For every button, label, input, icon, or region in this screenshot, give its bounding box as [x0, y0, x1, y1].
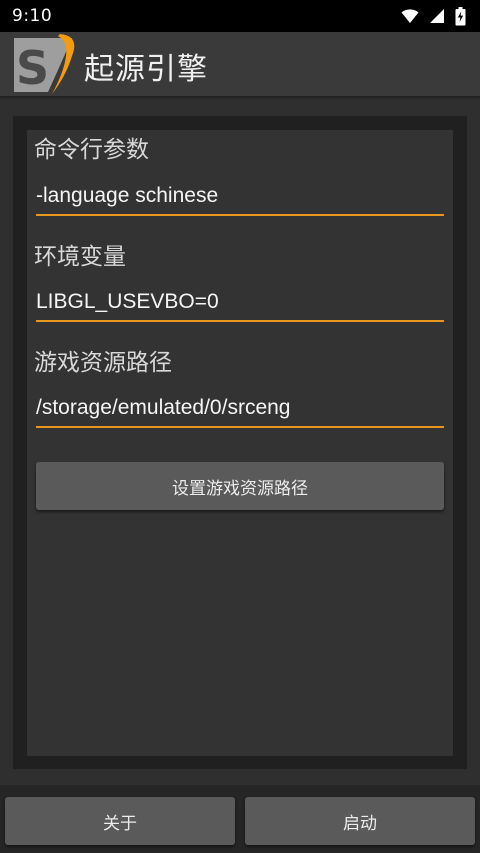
- app-screen: 9:10 S 起源引擎 命令行参数 -language schinese 环境变…: [0, 0, 480, 853]
- wifi-icon: [401, 8, 419, 24]
- settings-panel: [27, 130, 453, 756]
- app-bar-shadow: [0, 96, 480, 100]
- env-vars-input[interactable]: [36, 286, 444, 322]
- status-time: 9:10: [12, 6, 53, 26]
- set-game-path-button[interactable]: 设置游戏资源路径: [36, 462, 444, 510]
- game-path-label: 游戏资源路径: [34, 350, 172, 376]
- launch-button[interactable]: 启动: [245, 797, 475, 845]
- source-engine-logo: S: [10, 32, 78, 96]
- status-bar: 9:10: [0, 0, 480, 32]
- app-title: 起源引擎: [84, 52, 208, 87]
- game-path-input[interactable]: [36, 392, 444, 428]
- env-vars-label: 环境变量: [34, 244, 126, 270]
- logo-letter: S: [16, 41, 49, 95]
- about-button[interactable]: 关于: [5, 797, 235, 845]
- signal-icon: [429, 8, 445, 24]
- app-bar: S 起源引擎: [0, 32, 480, 96]
- status-icons: [401, 6, 466, 26]
- command-line-input[interactable]: [36, 180, 444, 216]
- command-line-label: 命令行参数: [34, 137, 149, 163]
- battery-charging-icon: [455, 6, 466, 26]
